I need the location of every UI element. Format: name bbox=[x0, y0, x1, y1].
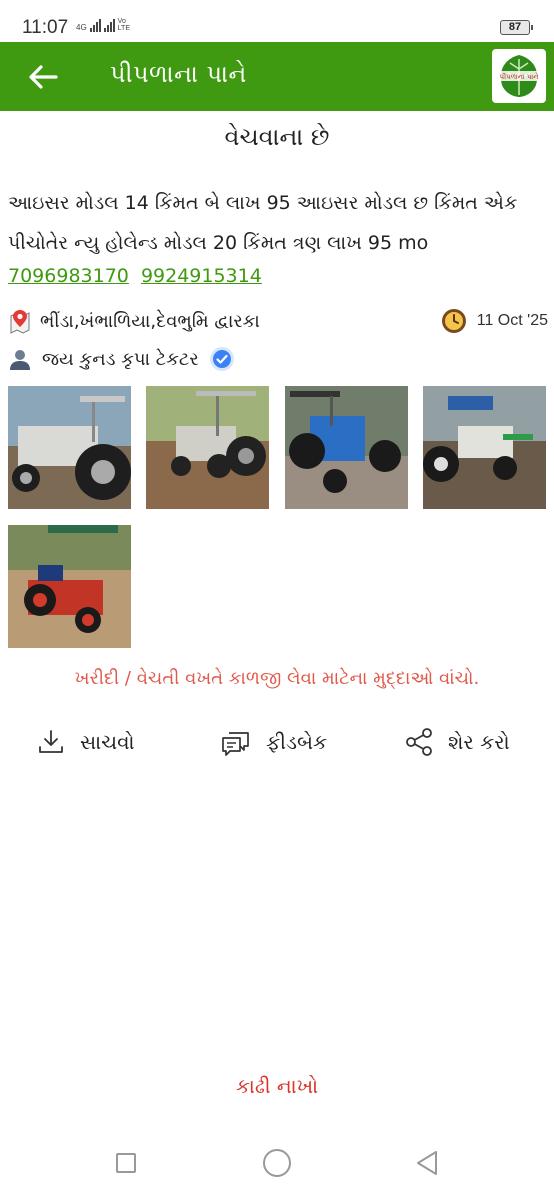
download-icon bbox=[39, 730, 63, 753]
leaf-logo-icon: પીપળાના પાને bbox=[496, 55, 542, 97]
feedback-label: ફીડબેક bbox=[266, 730, 328, 754]
safety-advice-link[interactable]: ખરીદી / વેચતી વખતે કાળજી લેવા માટેના મુદ… bbox=[0, 668, 554, 689]
location-text: ભીંડા,ખંભાળિયા,દેવભુમિ દ્વારકા bbox=[40, 310, 260, 332]
share-label: શેર કરો bbox=[448, 730, 510, 754]
app-logo: પીપળાના પાને bbox=[492, 49, 546, 103]
date-block: 11 Oct '25 bbox=[441, 306, 548, 336]
save-label: સાચવો bbox=[80, 730, 135, 754]
page-title: વેચવાના છે bbox=[224, 123, 330, 151]
network-label: 4G bbox=[76, 23, 87, 32]
share-icon bbox=[406, 728, 432, 756]
seller-row: જય કુનડ કૃપા ટેકટર bbox=[8, 344, 235, 374]
user-icon bbox=[10, 350, 30, 370]
seller-name: જય કુનડ કૃપા ટેકટર bbox=[42, 348, 199, 370]
share-button[interactable]: શેર કરો bbox=[404, 724, 510, 760]
listing-photo-2[interactable] bbox=[146, 386, 269, 509]
recent-apps-icon[interactable] bbox=[116, 1153, 136, 1173]
clock-icon bbox=[441, 309, 466, 333]
volte-label: Vo LTE bbox=[117, 18, 130, 32]
back-arrow-icon[interactable] bbox=[26, 62, 60, 92]
app-bar: પીપળાના પાને પીપળાના પાને bbox=[0, 42, 554, 111]
verified-badge-icon bbox=[209, 347, 234, 371]
nav-back-icon[interactable] bbox=[414, 1149, 442, 1177]
signal-icon-2 bbox=[103, 18, 115, 32]
listing-date: 11 Oct '25 bbox=[476, 312, 548, 329]
status-time: 11:07 bbox=[22, 17, 69, 38]
logo-text: પીપળાના પાને bbox=[500, 72, 539, 81]
phone-link-1[interactable]: 7096983170 bbox=[8, 265, 129, 287]
location-row: ભીંડા,ખંભાળિયા,દેવભુમિ દ્વારકા 11 Oct '2… bbox=[8, 306, 548, 336]
phone-links: 7096983170 9924915314 bbox=[8, 262, 268, 290]
remove-listing-button[interactable]: કાઢી નાખો bbox=[0, 1074, 554, 1098]
listing-photo-1[interactable] bbox=[8, 386, 131, 509]
home-icon[interactable] bbox=[263, 1149, 291, 1177]
listing-description: આઇસર મોડલ 14 કિંમત બે લાખ 95 આઇસર મોડલ છ… bbox=[8, 192, 518, 254]
listing-photo-4[interactable] bbox=[423, 386, 546, 509]
system-nav-bar bbox=[0, 1130, 554, 1200]
save-button[interactable]: સાચવો bbox=[36, 724, 135, 760]
listing-photo-5[interactable] bbox=[8, 525, 131, 648]
battery-icon: 87 bbox=[500, 20, 533, 35]
signal-icon bbox=[89, 18, 101, 32]
feedback-button[interactable]: ફીડબેક bbox=[220, 724, 327, 760]
phone-link-2[interactable]: 9924915314 bbox=[141, 265, 262, 287]
app-title: પીપળાના પાને bbox=[110, 60, 247, 88]
map-pin-icon bbox=[10, 310, 30, 334]
network-icons: 4G Vo LTE bbox=[76, 18, 136, 32]
listing-photo-3[interactable] bbox=[285, 386, 408, 509]
status-bar: 11:07 4G Vo LTE 87 bbox=[0, 0, 554, 42]
feedback-icon bbox=[222, 732, 249, 756]
